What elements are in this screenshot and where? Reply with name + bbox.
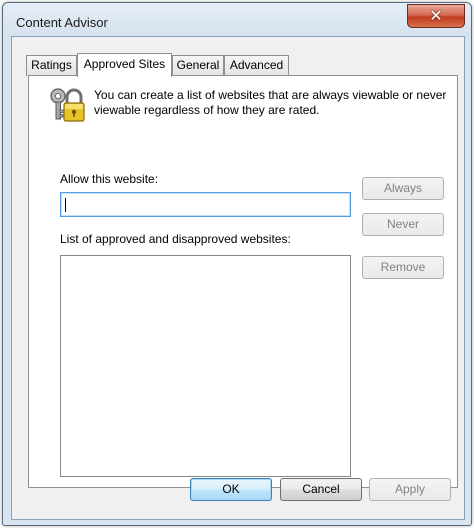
tab-ratings[interactable]: Ratings: [26, 55, 77, 76]
key-lock-icon: [47, 84, 87, 124]
tab-advanced[interactable]: Advanced: [224, 55, 289, 76]
title-bar: Content Advisor ✕: [3, 3, 471, 37]
approved-sites-panel: You can create a list of websites that a…: [28, 75, 458, 488]
content-advisor-dialog: Content Advisor ✕ Ratings Approved Sites…: [2, 2, 472, 526]
tab-general[interactable]: General: [172, 55, 224, 76]
close-icon: ✕: [429, 8, 443, 25]
window-title: Content Advisor: [16, 15, 108, 30]
ok-button[interactable]: OK: [190, 478, 272, 501]
description-text: You can create a list of websites that a…: [94, 88, 447, 117]
never-button[interactable]: Never: [362, 213, 444, 236]
website-list-label: List of approved and disapproved website…: [60, 232, 291, 246]
dialog-client-area: Ratings Approved Sites General Advanced: [11, 36, 465, 520]
website-list[interactable]: [60, 255, 351, 477]
text-caret: [65, 198, 66, 212]
allow-website-label: Allow this website:: [60, 172, 159, 186]
cancel-button[interactable]: Cancel: [280, 478, 362, 501]
remove-button[interactable]: Remove: [362, 256, 444, 279]
tab-approved-sites[interactable]: Approved Sites: [77, 53, 172, 77]
apply-button[interactable]: Apply: [369, 478, 451, 501]
always-button[interactable]: Always: [362, 177, 444, 200]
allow-website-input[interactable]: [60, 192, 351, 217]
close-button[interactable]: ✕: [407, 4, 465, 28]
